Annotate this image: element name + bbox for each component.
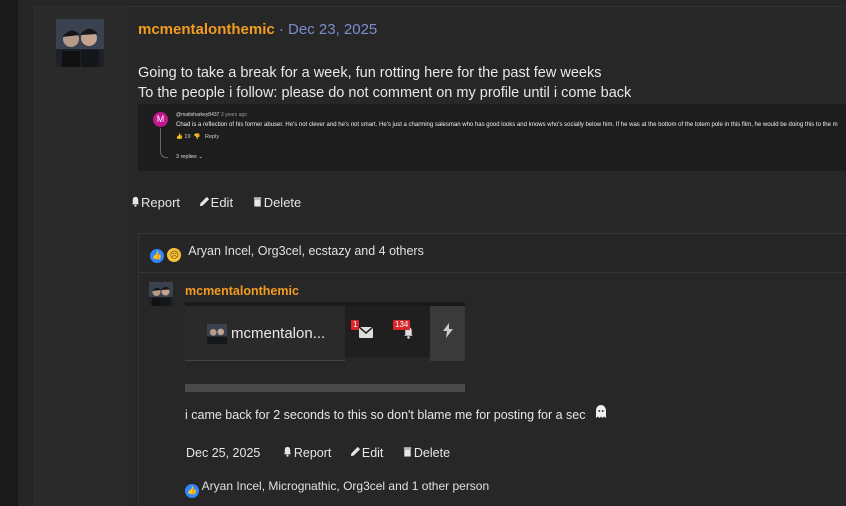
alert-badge: 134	[393, 320, 411, 330]
embed-replies: 3 replies ⌄	[176, 154, 203, 160]
trash-icon	[252, 196, 264, 210]
bolt-icon	[430, 306, 465, 361]
comment-edit-label: Edit	[361, 446, 384, 460]
pencil-icon	[199, 196, 211, 210]
left-rail	[0, 0, 18, 506]
screenshot-user: mcmentalon...	[185, 306, 345, 361]
post-body: mcmentalonthemic · Dec 23, 2025 Going to…	[127, 7, 846, 506]
comment-avatar[interactable]	[149, 282, 173, 306]
comment-delete-label: Delete	[413, 446, 451, 460]
embed-handle: @mattsharkey8437 3 years ago	[176, 112, 247, 118]
delete-label: Delete	[263, 195, 302, 210]
post-message: Going to take a break for a week, fun ro…	[138, 63, 631, 103]
screenshot-avatar	[207, 324, 227, 344]
comment: mcmentalonthemic mcmentalon... 1 134 i c…	[139, 272, 846, 506]
embed-reply: Reply	[205, 134, 220, 140]
mail-badge: 1	[351, 320, 360, 330]
separator: ·	[278, 21, 284, 38]
reactions-text: Aryan Incel, Org3cel, ecstazy and 4 othe…	[188, 244, 424, 258]
thumbs-down-icon: 👎	[193, 134, 201, 140]
profile-post: mcmentalonthemic · Dec 23, 2025 Going to…	[34, 6, 846, 506]
comment-text: i came back for 2 seconds to this so don…	[185, 404, 609, 422]
comment-report-button[interactable]: Report	[282, 446, 332, 460]
edit-button[interactable]: Edit	[199, 195, 233, 210]
comment-reactions-text: Aryan Incel, Micrognathic, Org3cel and 1…	[201, 479, 490, 493]
report-button[interactable]: Report	[129, 195, 180, 210]
comment-date[interactable]: Dec 25, 2025	[186, 446, 260, 460]
sad-icon: ☹	[167, 248, 182, 262]
post-actions: Report Edit Delete	[129, 195, 316, 210]
screenshot-username: mcmentalon...	[231, 325, 326, 342]
comment-reactions[interactable]: 👍 Aryan Incel, Micrognathic, Org3cel and…	[185, 479, 489, 498]
avatar[interactable]	[56, 19, 104, 67]
like-icon: 👍	[185, 484, 199, 498]
thread-line	[160, 128, 168, 158]
embedded-image[interactable]: M @mattsharkey8437 3 years ago Chad is a…	[138, 104, 846, 171]
comment-screenshot[interactable]: mcmentalon... 1 134	[185, 302, 465, 392]
delete-button[interactable]: Delete	[252, 195, 302, 210]
comment-username[interactable]: mcmentalonthemic	[185, 284, 299, 298]
embed-likes: 19	[184, 134, 191, 140]
screenshot-strip	[185, 384, 465, 392]
envelope-icon	[358, 326, 374, 341]
post-date[interactable]: Dec 23, 2025	[288, 21, 377, 38]
thumbs-up-icon: 👍	[176, 134, 183, 140]
comment-message: i came back for 2 seconds to this so don…	[185, 408, 586, 422]
embed-ago: 3 years ago	[220, 112, 247, 118]
bell-icon	[129, 196, 141, 210]
ghost-icon	[593, 404, 609, 420]
edit-label: Edit	[210, 195, 234, 210]
message-line: Going to take a break for a week, fun ro…	[138, 65, 602, 81]
message-line: To the people i follow: please do not co…	[138, 85, 632, 101]
embed-avatar: M	[153, 112, 168, 127]
embed-actions: 👍 19 👎 Reply	[176, 134, 219, 140]
report-label: Report	[141, 195, 181, 210]
embed-comment: Chad is a reflection of his former abuse…	[176, 122, 838, 128]
like-icon: 👍	[150, 249, 164, 263]
comment-delete-button[interactable]: Delete	[402, 446, 450, 460]
post-reactions[interactable]: 👍 ☹ Aryan Incel, Org3cel, ecstazy and 4 …	[150, 244, 424, 263]
embed-handle-name: @mattsharkey8437	[176, 112, 220, 118]
post-header: mcmentalonthemic · Dec 23, 2025	[138, 21, 377, 38]
comment-edit-button[interactable]: Edit	[350, 446, 384, 460]
comment-report-label: Report	[293, 446, 332, 460]
post-user-column	[35, 7, 127, 506]
trash-icon	[402, 446, 414, 460]
post-username[interactable]: mcmentalonthemic	[138, 21, 275, 38]
embed-replies-text: 3 replies	[176, 154, 197, 160]
pencil-icon	[350, 446, 362, 460]
chevron-down-icon: ⌄	[198, 154, 203, 160]
bell-icon	[282, 446, 294, 460]
comments-section: 👍 ☹ Aryan Incel, Org3cel, ecstazy and 4 …	[138, 233, 846, 506]
screenshot-navbar: mcmentalon... 1 134	[185, 302, 465, 361]
comment-actions: Dec 25, 2025 Report Edit Delete	[186, 446, 465, 460]
